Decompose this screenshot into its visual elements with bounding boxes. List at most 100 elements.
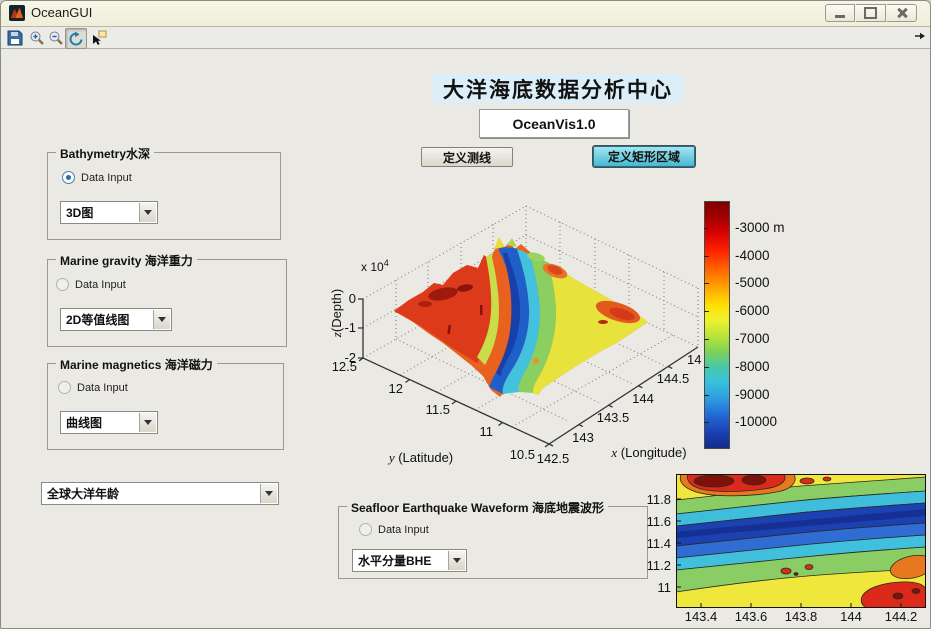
z-tick-label: 0 (349, 291, 356, 306)
x-tick-label: 143 (572, 430, 594, 445)
panel-magnetics-title: Marine magnetics 海洋磁力 (56, 356, 217, 373)
gravity-dropdown[interactable]: 2D等值线图 (60, 308, 172, 331)
matlab-app-icon (9, 5, 25, 21)
page-title: 大洋海底数据分析中心 (432, 74, 684, 103)
x-axis-label: x (Longitude) (610, 445, 686, 460)
close-icon (897, 8, 907, 18)
contour-x-tick-label: 143.8 (781, 609, 821, 624)
bathymetry-dropdown[interactable]: 3D图 (60, 201, 158, 224)
y-tick-label: 12 (389, 381, 403, 396)
rotate-3d-icon (68, 31, 84, 47)
y-tick-label: 11 (480, 424, 494, 439)
zoom-out-button[interactable] (46, 28, 66, 47)
dropdown-value: 水平分量BHE (358, 552, 431, 569)
magnetics-data-input-radio[interactable]: Data Input (58, 381, 128, 394)
seafloor-dropdown[interactable]: 水平分量BHE (352, 549, 467, 572)
save-icon (7, 30, 23, 46)
colorbar-label: -5000 (735, 275, 770, 290)
colorbar-label: -9000 (735, 387, 770, 402)
maximize-icon (864, 7, 877, 19)
x-tick-label: 144.5 (657, 371, 690, 386)
bathymetry-data-input-radio[interactable]: Data Input (62, 171, 132, 184)
ocean-age-dropdown[interactable]: 全球大洋年龄 (41, 482, 279, 505)
contour-plot[interactable] (676, 474, 926, 608)
dropdown-value: 3D图 (66, 204, 93, 221)
radio-unselected-icon[interactable] (56, 278, 69, 291)
z-axis-label: z(Depth) (331, 289, 344, 338)
y-tick-label: 11.5 (426, 402, 450, 417)
rotate-3d-button[interactable] (65, 28, 87, 49)
minimize-button[interactable] (825, 4, 855, 22)
contour-x-tick-label: 143.4 (681, 609, 721, 624)
contour-y-tick-label: 11.4 (641, 536, 671, 551)
z-tick-label: -1 (344, 320, 356, 335)
colorbar-label: -3000 m (735, 220, 785, 235)
magnetics-dropdown[interactable]: 曲线图 (60, 411, 158, 434)
zoom-in-button[interactable] (27, 28, 47, 47)
y-axis-label: y (Latitude) (387, 450, 453, 465)
data-cursor-icon (91, 30, 107, 46)
chevron-down-icon[interactable] (139, 413, 156, 432)
colorbar-tick (704, 367, 709, 368)
chevron-down-icon[interactable] (153, 310, 170, 329)
panel-bathymetry-title: Bathymetry水深 (56, 145, 154, 162)
bathymetry-3d-plot[interactable]: 142.5 143 143.5 144 144.5 14 12.5 12 11.… (331, 191, 703, 483)
colorbar-label: -10000 (735, 414, 777, 429)
x-tick-label: 144 (632, 391, 654, 406)
version-button[interactable]: OceanVis1.0 (479, 109, 629, 138)
contour-y-tick-label: 11.6 (641, 514, 671, 529)
seafloor-data-input-radio[interactable]: Data Input (359, 523, 429, 536)
titlebar[interactable]: OceanGUI (1, 1, 930, 27)
z-tick-label: -2 (344, 350, 356, 365)
colorbar-label: -8000 (735, 359, 770, 374)
colorbar-tick (704, 422, 709, 423)
x-tick-label: 142.5 (537, 451, 570, 466)
colorbar-tick (704, 283, 709, 284)
ocean-gui-window: OceanGUI (0, 0, 931, 629)
colorbar-label: -4000 (735, 248, 770, 263)
colorbar-label: -7000 (735, 331, 770, 346)
colorbar-label: -6000 (735, 303, 770, 318)
figure-toolbar (1, 27, 930, 49)
radio-selected-icon[interactable] (62, 171, 75, 184)
save-button[interactable] (5, 28, 25, 47)
chevron-down-icon[interactable] (139, 203, 156, 222)
close-button[interactable] (887, 4, 917, 22)
colorbar-tick (704, 395, 709, 396)
contour-x-tick-label: 144.2 (881, 609, 921, 624)
window-title: OceanGUI (31, 5, 92, 20)
radio-label: Data Input (75, 279, 126, 291)
define-rect-button[interactable]: 定义矩形区域 (593, 146, 695, 167)
contour-y-tick-label: 11 (641, 580, 671, 595)
panel-seafloor-title: Seafloor Earthquake Waveform 海底地震波形 (347, 499, 608, 516)
data-cursor-button[interactable] (89, 28, 109, 47)
radio-unselected-icon[interactable] (359, 523, 372, 536)
define-line-button[interactable]: 定义测线 (421, 147, 513, 167)
dropdown-value: 2D等值线图 (66, 311, 129, 328)
radio-label: Data Input (378, 524, 429, 536)
panel-magnetics: Marine magnetics 海洋磁力 Data Input 曲线图 (47, 363, 284, 450)
x-tick-label: 14 (687, 352, 701, 367)
panel-seafloor: Seafloor Earthquake Waveform 海底地震波形 Data… (338, 506, 648, 579)
x-tick-label: 143.5 (597, 410, 630, 425)
chevron-down-icon[interactable] (260, 484, 277, 503)
toolbar-overflow-arrow-icon[interactable] (914, 31, 926, 43)
dropdown-value: 全球大洋年龄 (47, 485, 119, 502)
contour-x-tick-label: 144 (831, 609, 871, 624)
panel-gravity: Marine gravity 海洋重力 Data Input 2D等值线图 (47, 259, 287, 347)
gravity-data-input-radio[interactable]: Data Input (56, 278, 126, 291)
panel-bathymetry: Bathymetry水深 Data Input 3D图 (47, 152, 281, 240)
chevron-down-icon[interactable] (448, 551, 465, 570)
dropdown-value: 曲线图 (66, 414, 102, 431)
colorbar-tick (704, 311, 709, 312)
radio-label: Data Input (77, 382, 128, 394)
zoom-out-icon (48, 30, 64, 46)
colorbar-tick (704, 339, 709, 340)
maximize-button[interactable] (856, 4, 886, 22)
panel-gravity-title: Marine gravity 海洋重力 (56, 252, 197, 269)
radio-unselected-icon[interactable] (58, 381, 71, 394)
colorbar-tick (704, 228, 709, 229)
contour-x-tick-label: 143.6 (731, 609, 771, 624)
y-tick-label: 10.5 (510, 447, 535, 462)
zoom-in-icon (29, 30, 45, 46)
